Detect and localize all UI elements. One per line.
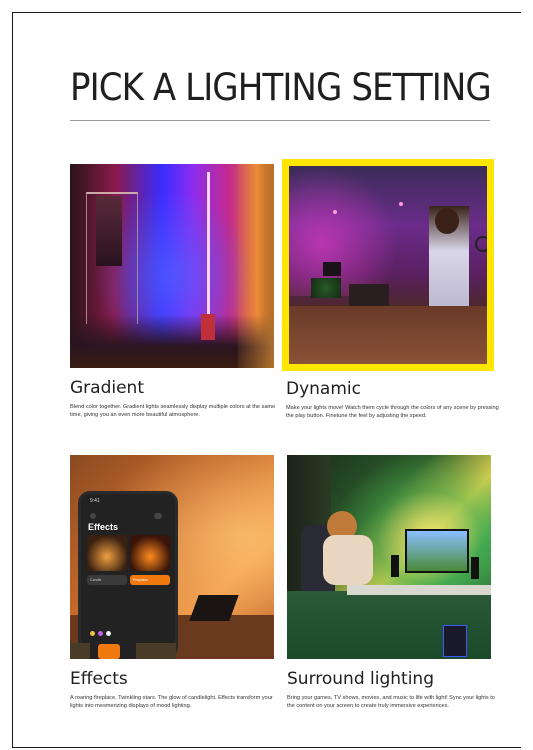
card-title: Dynamic xyxy=(286,379,361,399)
card-description: Make your lights move! Watch them cycle … xyxy=(286,405,499,420)
card-gradient[interactable]: Gradient Blend color together. Gradient … xyxy=(70,164,275,420)
card-description: A roaring fireplace. Twinkling stars. Th… xyxy=(70,695,273,710)
card-dynamic[interactable]: Dynamic Make your lights move! Watch the… xyxy=(286,166,499,421)
tile-label-text: Candle xyxy=(90,578,102,582)
title-divider xyxy=(70,120,490,121)
tile-label-candle[interactable]: Candle xyxy=(87,575,127,585)
tile-label-text: Fireplace xyxy=(133,578,148,582)
tile-label-fireplace[interactable]: Fireplace xyxy=(130,575,170,585)
color-dot-icon[interactable] xyxy=(106,631,111,636)
gradient-image[interactable] xyxy=(70,164,274,368)
page-title: PICK A LIGHTING SETTING xyxy=(70,66,492,109)
surround-lighting-image[interactable] xyxy=(287,455,491,659)
card-effects[interactable]: 9:41 Effects Candle Fireplace Effects A … xyxy=(70,455,274,711)
card-title: Effects xyxy=(70,669,128,689)
phone-time: 9:41 xyxy=(90,498,100,504)
color-dot-icon[interactable] xyxy=(90,631,95,636)
effect-tile-fireplace[interactable] xyxy=(130,535,170,571)
effect-tile-candle[interactable] xyxy=(87,535,127,571)
card-description: Bring your games, TV shows, movies, and … xyxy=(287,695,495,710)
color-dot-icon[interactable] xyxy=(98,631,103,636)
dynamic-image[interactable] xyxy=(289,166,487,364)
card-surround-lighting[interactable]: Surround lighting Bring your games, TV s… xyxy=(287,455,495,711)
phone-heading: Effects xyxy=(88,522,119,532)
effects-image[interactable]: 9:41 Effects Candle Fireplace xyxy=(70,455,274,659)
card-title: Surround lighting xyxy=(287,669,434,689)
card-title: Gradient xyxy=(70,378,144,398)
card-description: Blend color together. Gradient lights se… xyxy=(70,404,276,419)
